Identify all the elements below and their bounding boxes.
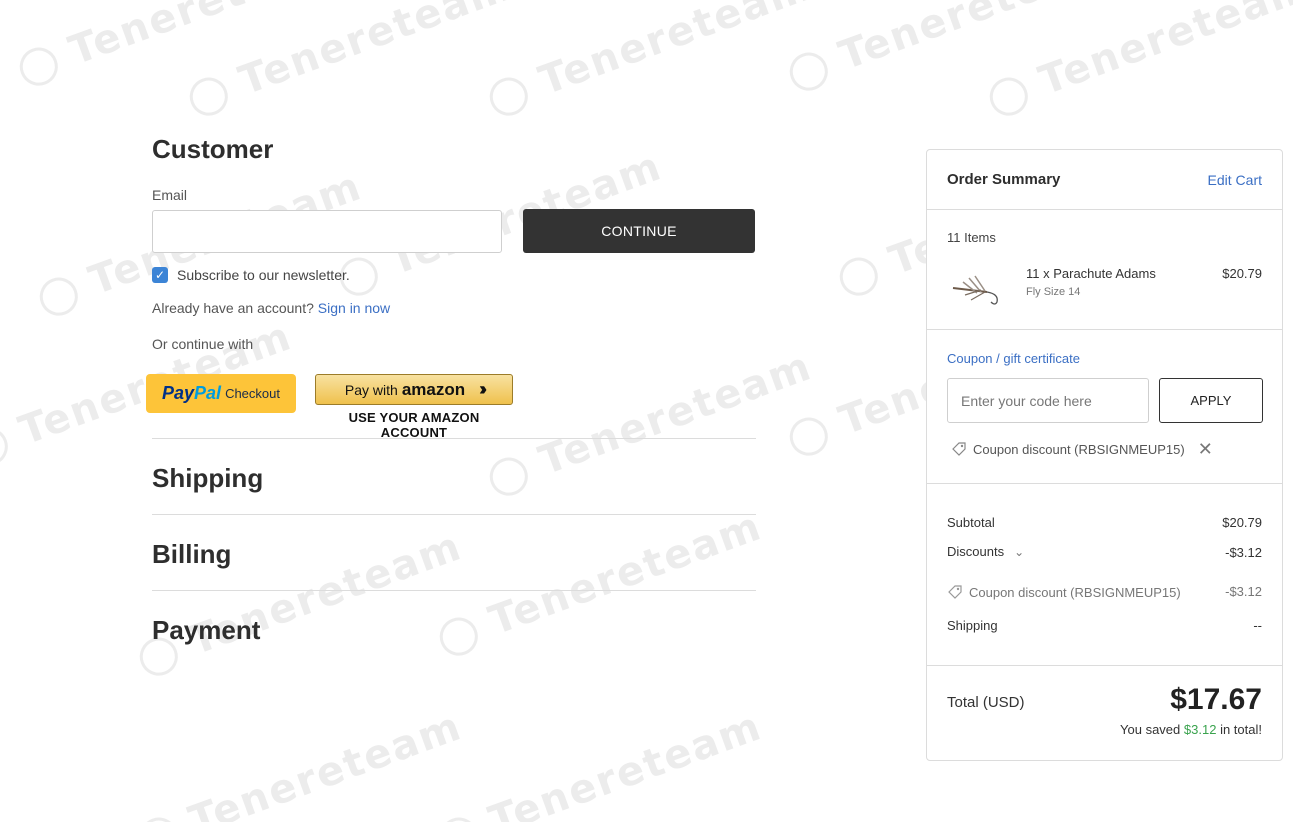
item-price: $20.79 <box>1222 266 1262 281</box>
savings-note: You saved $3.12 in total! <box>1120 722 1262 737</box>
newsletter-subscribe[interactable]: ✓ Subscribe to our newsletter. <box>152 267 350 283</box>
summary-divider <box>927 329 1282 330</box>
payment-heading: Payment <box>152 615 261 645</box>
order-summary-title: Order Summary <box>947 171 1061 188</box>
tag-icon <box>948 585 962 599</box>
discounts-value: -$3.12 <box>1225 545 1262 560</box>
watermark-text: Tenereteam <box>982 0 1293 123</box>
amazon-logo: amazon <box>401 379 466 399</box>
fly-lure-image <box>952 275 998 305</box>
applied-coupon-label: Coupon discount (RBSIGNMEUP15) <box>973 441 1185 457</box>
watermark-text: Tenereteam <box>432 503 768 663</box>
watermark-text: Tenereteam <box>12 0 348 93</box>
total-label: Total (USD) <box>947 694 1025 711</box>
section-divider <box>152 514 756 515</box>
paypal-checkout-label: Checkout <box>225 386 280 401</box>
account-prompt: Already have an account? Sign in now <box>152 300 390 316</box>
discounts-toggle[interactable]: Discounts ⌄ <box>947 544 1024 559</box>
coupon-code-input[interactable]: Enter your code here <box>947 378 1149 423</box>
edit-cart-link[interactable]: Edit Cart <box>1208 172 1262 188</box>
chevron-down-icon: ⌄ <box>1014 545 1025 559</box>
subtotal-value: $20.79 <box>1222 515 1262 530</box>
subtotal-label: Subtotal <box>947 515 995 530</box>
newsletter-checkbox[interactable]: ✓ <box>152 267 168 283</box>
remove-coupon-icon[interactable]: ✕ <box>1198 440 1213 458</box>
amazon-pay-with-label: Pay with <box>344 381 398 398</box>
discount-detail: Coupon discount (RBSIGNMEUP15) <box>947 584 1181 600</box>
sign-in-link[interactable]: Sign in now <box>318 300 390 316</box>
item-name: 11 x Parachute Adams <box>1026 266 1156 281</box>
savings-prefix: You saved <box>1120 722 1181 737</box>
newsletter-label: Subscribe to our newsletter. <box>177 267 350 283</box>
applied-coupon: Coupon discount (RBSIGNMEUP15) ✕ <box>951 440 1213 458</box>
total-value: $17.67 <box>1170 683 1262 716</box>
watermark-text: Tenereteam <box>182 0 518 123</box>
discounts-label: Discounts <box>947 544 1005 559</box>
discount-detail-label: Coupon discount (RBSIGNMEUP15) <box>969 584 1181 600</box>
email-field[interactable] <box>152 210 502 253</box>
coupon-toggle-link[interactable]: Coupon / gift certificate <box>947 351 1080 366</box>
shipping-value: -- <box>1253 618 1262 633</box>
paypal-checkout-button[interactable]: PayPal Checkout <box>146 374 296 413</box>
summary-divider <box>927 483 1282 484</box>
order-summary-panel: Order Summary Edit Cart 11 Items 11 x Pa… <box>926 149 1283 761</box>
paypal-logo: PayPal <box>162 383 222 403</box>
or-continue-label: Or continue with <box>152 336 254 352</box>
customer-heading: Customer <box>152 134 274 164</box>
account-prompt-text: Already have an account? <box>152 300 314 316</box>
billing-heading: Billing <box>152 539 232 569</box>
amazon-pay-button[interactable]: Pay with amazon ›› <box>315 374 513 405</box>
watermark-text: Tenereteam <box>482 0 818 123</box>
savings-amount: $3.12 <box>1183 722 1217 737</box>
watermark-text: Tenereteam <box>132 703 468 822</box>
summary-divider <box>927 209 1282 210</box>
amazon-subtext: USE YOUR AMAZON ACCOUNT <box>348 410 480 440</box>
section-divider <box>152 590 756 591</box>
watermark-text: Tenereteam <box>432 703 768 822</box>
watermark-text: Tenereteam <box>782 0 1118 98</box>
watermark-text: Tenereteam <box>482 343 818 503</box>
item-variant: Fly Size 14 <box>1026 286 1081 298</box>
discount-detail-value: -$3.12 <box>1225 584 1262 599</box>
shipping-heading: Shipping <box>152 463 264 493</box>
summary-divider <box>927 665 1282 666</box>
item-count: 11 Items <box>947 230 996 245</box>
tag-icon <box>952 442 966 456</box>
section-divider <box>152 438 756 439</box>
continue-button[interactable]: CONTINUE <box>523 209 755 253</box>
double-chevron-right-icon: ›› <box>479 379 487 399</box>
apply-coupon-button[interactable]: APPLY <box>1159 378 1263 423</box>
email-label: Email <box>152 187 188 203</box>
shipping-label: Shipping <box>947 618 998 633</box>
savings-suffix: in total! <box>1220 722 1262 737</box>
